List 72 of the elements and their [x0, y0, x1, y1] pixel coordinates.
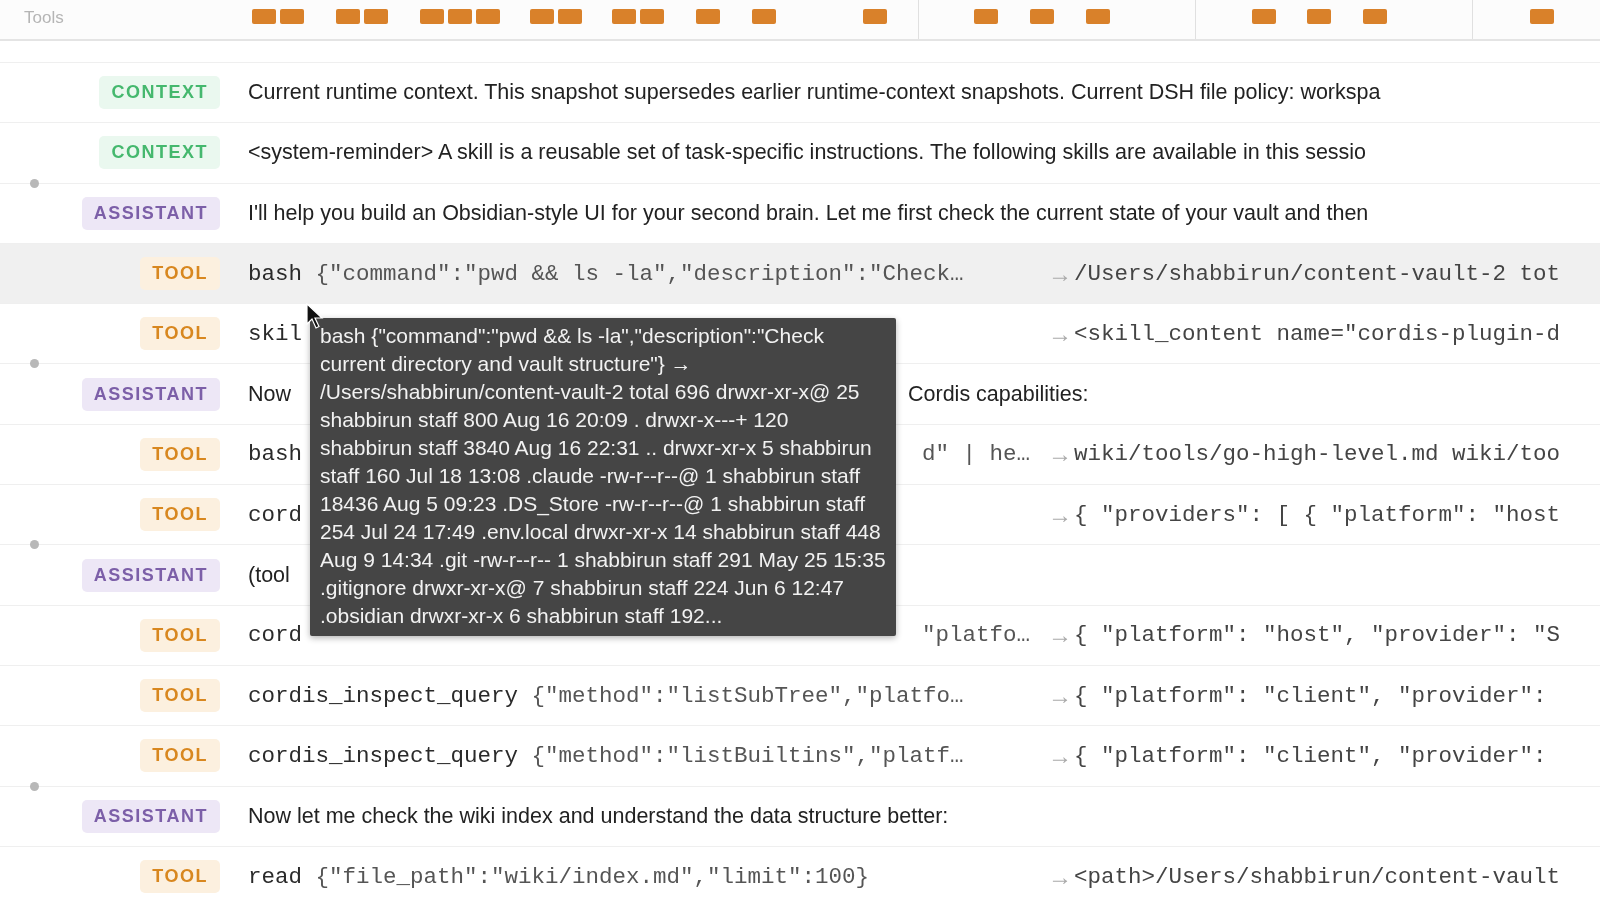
tool-result: { "providers": [ { "platform": "host	[1074, 501, 1561, 528]
message-text: Cordis capabilities:	[908, 381, 1089, 407]
tool-call: cord	[248, 501, 302, 528]
role-badge: TOOL	[140, 739, 220, 773]
timeline-marker[interactable]	[863, 9, 887, 24]
timeline-marker[interactable]	[280, 9, 304, 24]
timeline-marker[interactable]	[558, 9, 582, 24]
arrow-glyph: →	[1048, 319, 1073, 348]
timeline-marker[interactable]	[1030, 9, 1054, 24]
highlighted-row[interactable]: TOOL bash {"command":"pwd && ls -la","description":"Check… →/Users/shabbirun/content-vault-2 tot	[0, 243, 1600, 305]
timeline-marker[interactable]	[448, 9, 472, 24]
tool-result: <skill_content name="cordis-plugin-d	[1074, 320, 1561, 347]
tool-result: wiki/tools/go-high-level.md wiki/too	[1074, 441, 1561, 468]
role-badge: ASSISTANT	[81, 377, 220, 411]
role-badge: CONTEXT	[99, 136, 220, 170]
arrow-glyph: →	[1048, 259, 1073, 288]
message-text: Now	[248, 381, 291, 407]
timeline-marker[interactable]	[1363, 9, 1387, 24]
arrow-glyph: →	[1048, 621, 1073, 650]
timeline-marker[interactable]	[364, 9, 388, 24]
timeline-marker[interactable]	[752, 9, 776, 24]
message-text: Current runtime context. This snapshot supersedes earlier runtime-context snapshots. Current DSH file policy: workspa	[248, 80, 1381, 106]
tool-call: skil	[248, 320, 302, 347]
message-text: (tool	[248, 562, 290, 588]
timeline-marker[interactable]	[530, 9, 554, 24]
timeline-marker[interactable]	[420, 9, 444, 24]
tool-result: /Users/shabbirun/content-vault-2 tot	[1074, 260, 1561, 287]
timeline-marker[interactable]	[696, 9, 720, 24]
timeline-marker[interactable]	[1252, 9, 1276, 24]
timeline-label: Tools	[24, 8, 64, 28]
tool-result: { "platform": "client", "provider":	[1074, 682, 1547, 709]
role-badge: TOOL	[140, 257, 220, 291]
tool-call: d" | he…	[921, 441, 1030, 468]
message-text: I'll help you build an Obsidian-style UI for your second brain. Let me first check the current state of your vault and then	[248, 200, 1369, 226]
message-text: Now let me check the wiki index and understand the data structure better:	[248, 803, 949, 829]
role-badge: ASSISTANT	[81, 558, 220, 592]
timeline-marker[interactable]	[336, 9, 360, 24]
tool-result: { "platform": "host", "provider": "S	[1074, 622, 1561, 649]
role-badge: TOOL	[140, 317, 220, 351]
arrow-glyph: →	[1048, 681, 1073, 710]
tool-call: bash	[248, 441, 302, 468]
role-badge: ASSISTANT	[81, 196, 220, 230]
tool-call: cordis_inspect_query {"method":"listSubTree","platfo…	[248, 682, 964, 709]
role-badge: CONTEXT	[99, 76, 220, 110]
role-badge: TOOL	[140, 437, 220, 471]
tool-call: cordis_inspect_query {"method":"listBuiltins","platf…	[248, 742, 964, 769]
role-badge: TOOL	[140, 498, 220, 532]
message-text: <system-reminder> A skill is a reusable set of task-specific instructions. The following skills are available in this sessio	[248, 140, 1367, 166]
timeline-marker[interactable]	[612, 9, 636, 24]
arrow-glyph: →	[1048, 440, 1073, 469]
tool-call: cord	[248, 622, 302, 649]
tool-call: "platfo…	[921, 622, 1030, 649]
timeline-marker[interactable]	[1530, 9, 1554, 24]
tool-result: <path>/Users/shabbirun/content-vault	[1074, 863, 1561, 890]
arrow-glyph: →	[1048, 741, 1073, 770]
tool-call: bash {"command":"pwd && ls -la","description":"Check…	[248, 260, 964, 287]
timeline-marker[interactable]	[252, 9, 276, 24]
role-badge: TOOL	[140, 679, 220, 713]
timeline-marker[interactable]	[974, 9, 998, 24]
tool-result: { "platform": "client", "provider":	[1074, 742, 1547, 769]
timeline-marker[interactable]	[1307, 9, 1331, 24]
role-badge: TOOL	[140, 618, 220, 652]
role-badge: ASSISTANT	[81, 799, 220, 833]
arrow-glyph: →	[1048, 862, 1073, 891]
role-badge: TOOL	[140, 860, 220, 893]
cursor-icon	[306, 303, 324, 329]
timeline-marker[interactable]	[640, 9, 664, 24]
timeline-marker[interactable]	[1086, 9, 1110, 24]
timeline-marker[interactable]	[476, 9, 500, 24]
arrow-glyph: →	[1048, 500, 1073, 529]
tool-call: read {"file_path":"wiki/index.md","limit":100}	[248, 863, 870, 890]
tooltip: bash {"command":"pwd && ls -la","description":"Check current directory and vault structure"} → /Users/shabbirun/content-vault-2 total 696 drwxr-xr-x@ 25 shabbirun staff 800 Aug 16 20:09 . drwxr-x---+ 120 shabbirun staff 3840 Aug 16 22:31 .. drwxr-xr-x 5 shabbirun staff 160 Jul 18 13:08 .claude -rw-r--r--@ 1 shabbirun staff 18436 Aug 5 09:23 .DS_Store -rw-r--r--@ 1 shabbirun staff 254 Jul 24 17:49 .env.local drwxr-xr-x 14 shabbirun staff 448 Aug 9 14:34 .git -rw-r--r-- 1 shabbirun staff 291 May 25 15:35 .gitignore drwxr-xr-x@ 7 shabbirun staff 224 Jun 6 12:47 .obsidian drwxr-xr-x 6 shabbirun staff 192...	[310, 318, 896, 636]
